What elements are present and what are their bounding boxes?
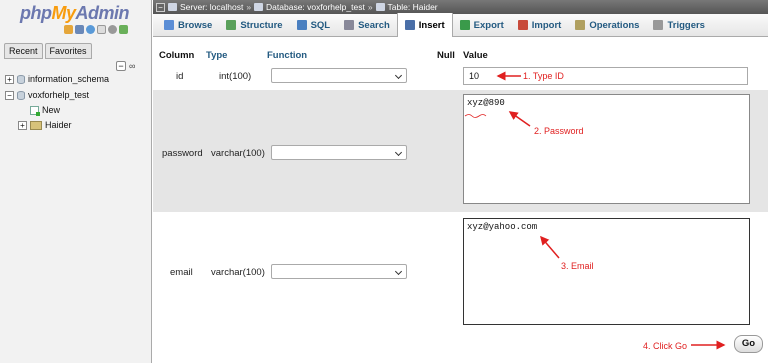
phpmyadmin-logo[interactable]: phpMyAdmin <box>20 3 130 24</box>
annotation-arrows <box>464 71 726 350</box>
tree-item-label[interactable]: voxforhelp_test <box>28 90 89 100</box>
settings-icon[interactable] <box>108 25 117 34</box>
logout-icon[interactable] <box>75 25 84 34</box>
arrow-email <box>540 235 560 259</box>
tree-item-information-schema[interactable]: + information_schema <box>5 74 109 84</box>
tree-item-label[interactable]: New <box>42 105 60 115</box>
logo-text-my: My <box>51 3 77 23</box>
collapse-all-button[interactable]: − <box>116 61 126 71</box>
tree-item-new[interactable]: New <box>30 105 60 116</box>
database-icon <box>17 74 25 84</box>
expand-icon[interactable]: + <box>5 74 14 84</box>
navigation-sidebar: phpMyAdmin Recent Favorites − ∞ + inform… <box>0 0 152 363</box>
database-icon <box>17 90 25 100</box>
home-icon[interactable] <box>64 25 73 34</box>
link-icon[interactable]: ∞ <box>129 61 135 71</box>
logo-text-admin: Admin <box>75 3 130 23</box>
collapse-icon[interactable]: − <box>5 90 14 100</box>
go-button[interactable]: Go <box>734 335 763 353</box>
tree-item-label[interactable]: Haider <box>45 120 72 130</box>
favorites-tab[interactable]: Favorites <box>44 43 92 59</box>
main-panel: − Server: localhost » Database: voxforhe… <box>153 0 768 363</box>
spellcheck-underline <box>464 114 487 118</box>
annotation-click-go: 4. Click Go <box>643 341 688 351</box>
docs-icon[interactable] <box>97 25 106 34</box>
arrow-password <box>508 111 531 127</box>
tree-item-voxforhelp-test[interactable]: − voxforhelp_test <box>5 90 89 100</box>
quick-icons <box>64 25 128 34</box>
recent-tab[interactable]: Recent <box>4 43 43 59</box>
expand-icon[interactable]: + <box>18 120 27 130</box>
logo-text-php: php <box>20 3 52 23</box>
table-icon <box>30 120 42 130</box>
tree-item-haider[interactable]: + Haider <box>18 120 72 130</box>
reload-icon[interactable] <box>119 25 128 34</box>
new-table-icon <box>30 105 40 116</box>
help-icon[interactable] <box>86 25 95 34</box>
tree-item-label[interactable]: information_schema <box>28 74 109 84</box>
